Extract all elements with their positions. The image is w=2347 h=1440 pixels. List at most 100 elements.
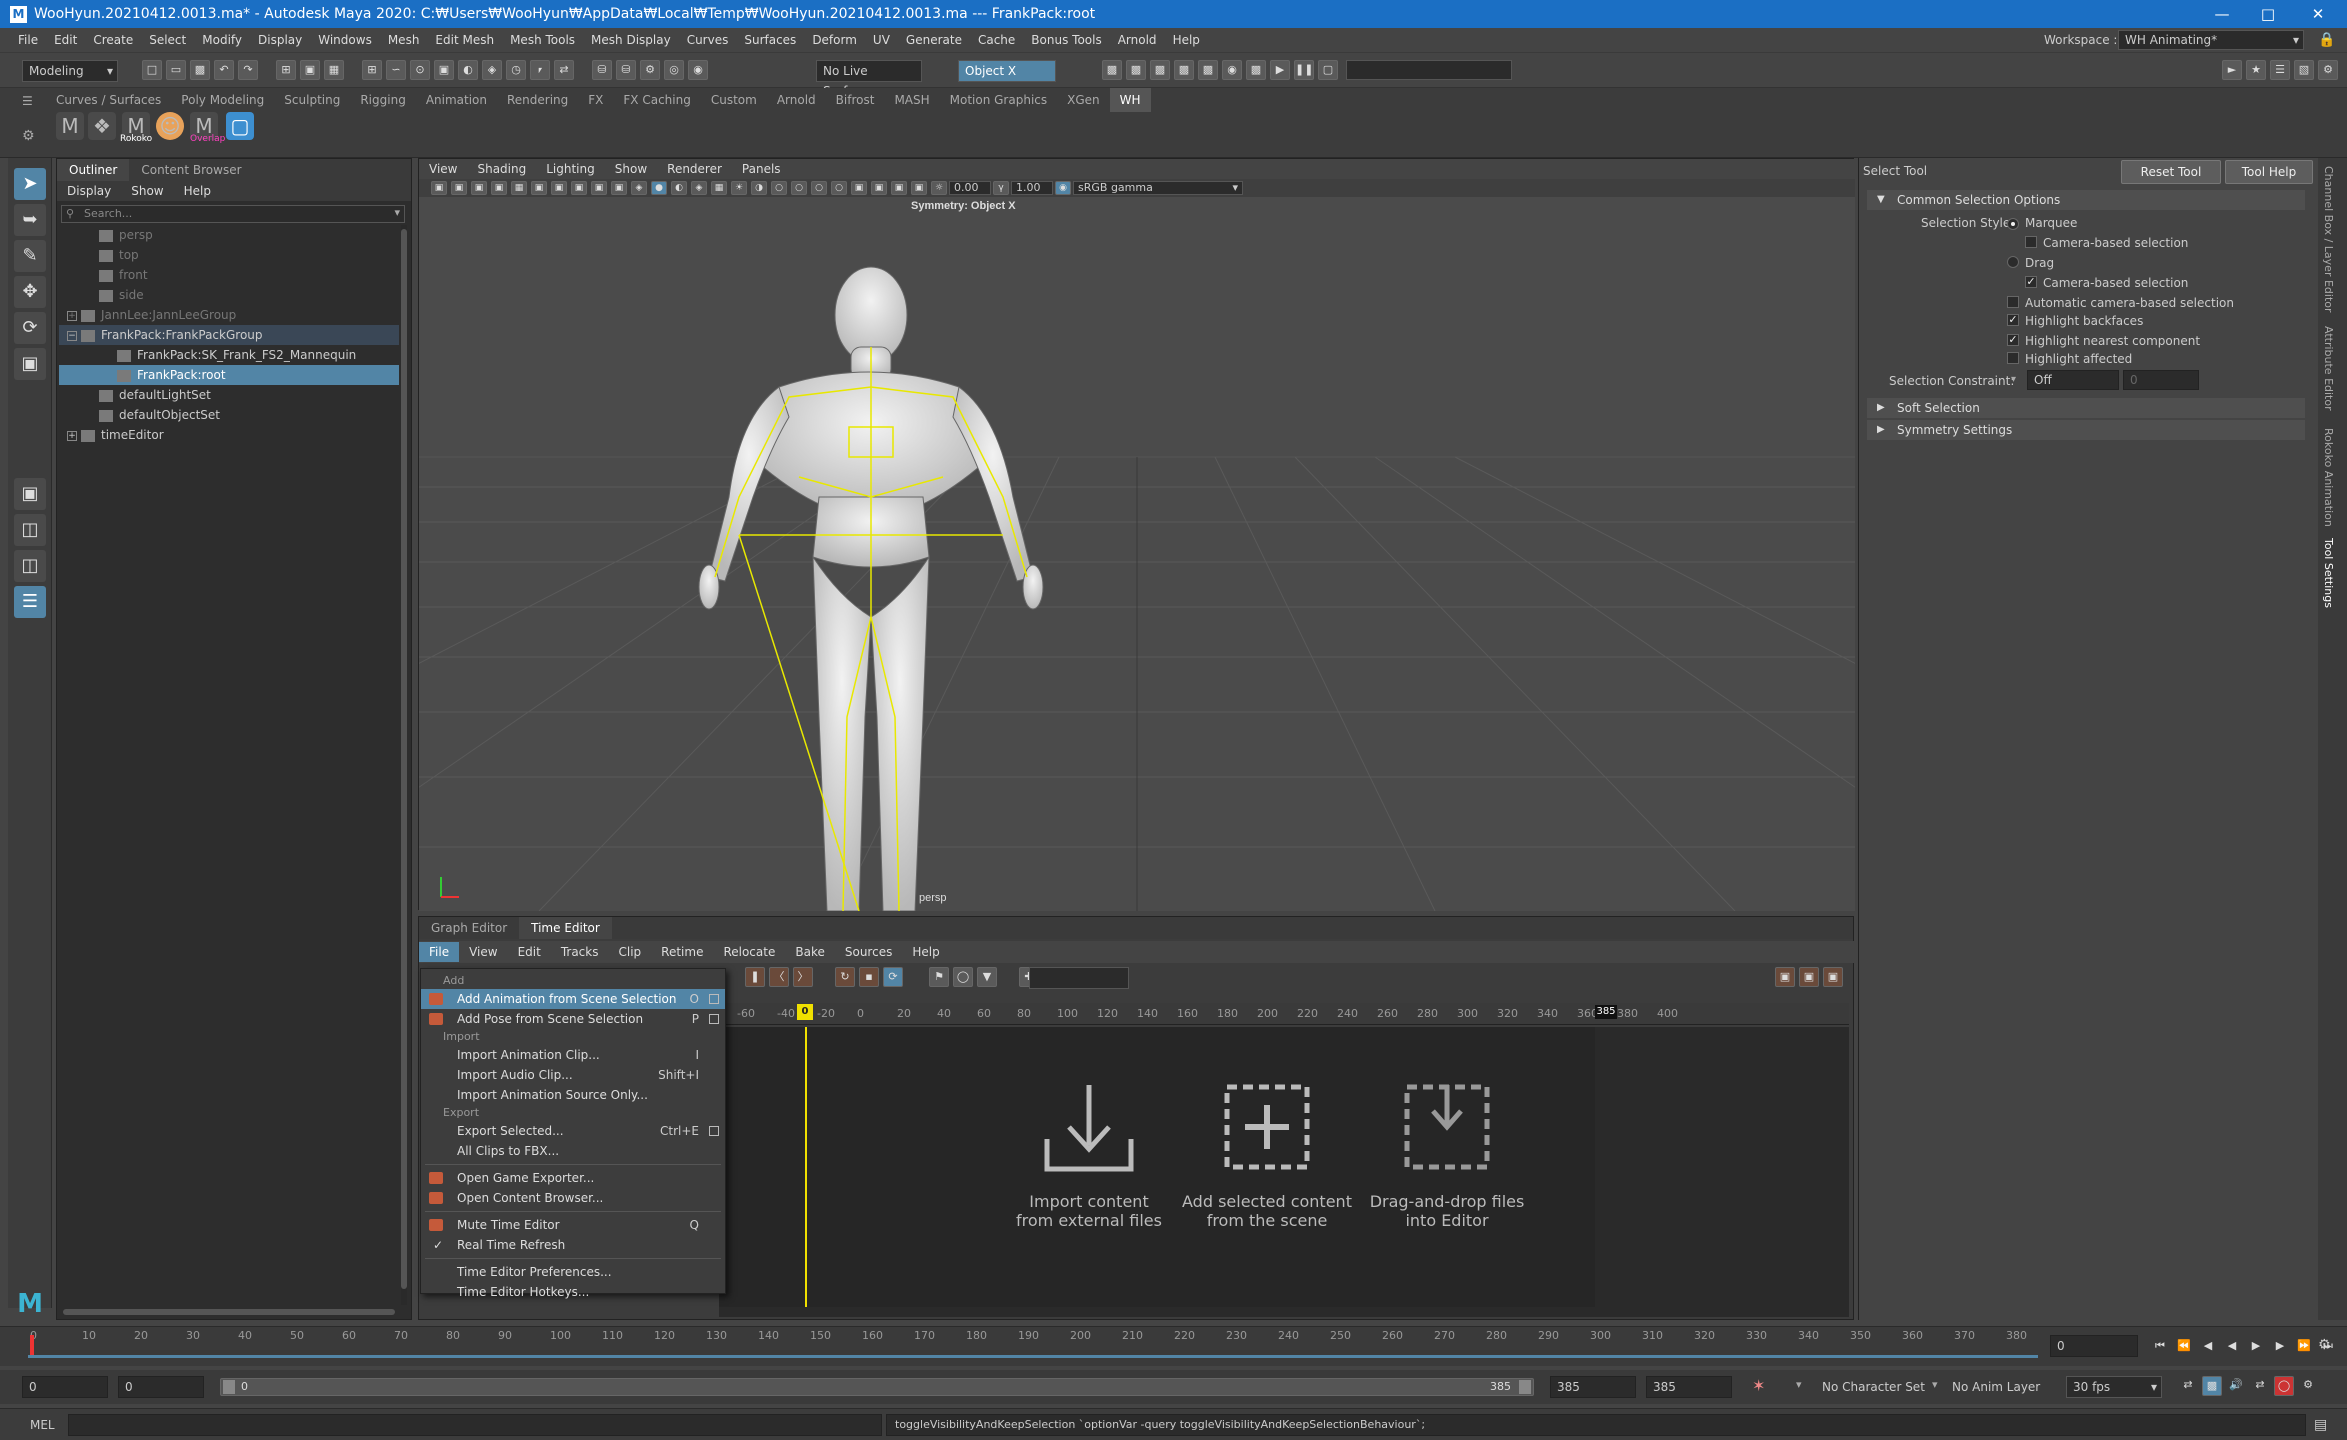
end-frame-marker[interactable]: 385 <box>1595 1005 1617 1019</box>
shelf-tab-rendering[interactable]: Rendering <box>497 88 578 112</box>
step-back-frame-icon[interactable]: ◀ <box>2198 1337 2218 1357</box>
ipr-icon[interactable]: ▶ <box>1270 60 1290 80</box>
render-sequence-icon[interactable]: ▩ <box>1126 60 1146 80</box>
reset-tool-button[interactable]: Reset Tool <box>2121 160 2221 184</box>
end-time-field[interactable]: 385 <box>1646 1376 1732 1398</box>
tool-help-button[interactable]: Tool Help <box>2225 160 2313 184</box>
outliner-menu-show[interactable]: Show <box>121 181 173 201</box>
render-view-2-icon[interactable]: ▩ <box>1246 60 1266 80</box>
viewport-menu-lighting[interactable]: Lighting <box>536 159 605 179</box>
shelf-tab-fx-caching[interactable]: FX Caching <box>613 88 700 112</box>
lasso-tool-icon[interactable]: ➥ <box>14 204 46 236</box>
outliner-hscrollbar[interactable] <box>63 1309 395 1315</box>
menu-display[interactable]: Display <box>250 28 310 53</box>
outliner-row-front[interactable]: front <box>59 265 399 285</box>
menu-arnold[interactable]: Arnold <box>1110 28 1165 53</box>
menu-item-import-animation-clip[interactable]: Import Animation Clip... I <box>421 1045 725 1065</box>
current-frame-field[interactable]: 0 <box>2050 1335 2138 1357</box>
command-search-field[interactable] <box>1346 60 1512 80</box>
render-frame-icon[interactable]: ▩ <box>1102 60 1122 80</box>
render-settings-icon[interactable]: ⚙ <box>640 60 660 80</box>
option-box-icon[interactable] <box>709 994 719 1004</box>
shelf-tab-custom[interactable]: Custom <box>701 88 767 112</box>
safe-action-icon[interactable]: ▣ <box>611 181 627 195</box>
viewport-menu-panels[interactable]: Panels <box>732 159 791 179</box>
time-editor-menu-tracks[interactable]: Tracks <box>551 942 609 962</box>
range-end-handle[interactable] <box>1519 1380 1531 1394</box>
select-object-icon[interactable]: ▣ <box>300 60 320 80</box>
shelf-tab-animation[interactable]: Animation <box>416 88 497 112</box>
highlight-nearest-checkbox[interactable]: ✓ <box>2007 334 2019 346</box>
range-bar[interactable]: 0 385 <box>220 1378 1534 1396</box>
redo-icon[interactable]: ↷ <box>238 60 258 80</box>
depth-of-field-icon[interactable]: ○ <box>831 181 847 195</box>
field-chart-icon[interactable]: ▣ <box>591 181 607 195</box>
smooth-shade-icon[interactable]: ● <box>651 181 667 195</box>
bookmark-icon[interactable]: ▣ <box>471 181 487 195</box>
loop-icon[interactable]: ↻ <box>835 967 855 987</box>
outliner-layout-icon[interactable]: ☰ <box>14 586 46 618</box>
menu-item-open-game-exporter[interactable]: Open Game Exporter... <box>421 1168 725 1188</box>
exposure-field[interactable]: 0.00 <box>949 181 991 195</box>
lights-icon[interactable]: ☀ <box>731 181 747 195</box>
shelf-tab-sculpting[interactable]: Sculpting <box>274 88 350 112</box>
tab-attribute-editor[interactable]: Attribute Editor <box>2322 326 2335 411</box>
tool-settings-icon[interactable]: ▧ <box>2294 60 2314 80</box>
outliner-menu-display[interactable]: Display <box>57 181 121 201</box>
go-to-start-icon[interactable]: ⏮ <box>2150 1337 2170 1357</box>
outliner-search[interactable]: ⚲ Search... ▾ <box>61 205 405 223</box>
menu-select[interactable]: Select <box>141 28 194 53</box>
tab-time-editor[interactable]: Time Editor <box>519 917 612 939</box>
expand-icon[interactable]: + <box>67 310 77 321</box>
tab-rokoko-animation[interactable]: Rokoko Animation <box>2322 428 2335 527</box>
script-icon[interactable]: ❖ <box>88 112 116 140</box>
modeling-toolkit-icon[interactable]: ► <box>2222 60 2242 80</box>
menu-item-time-editor-hotkeys[interactable]: Time Editor Hotkeys... <box>421 1282 725 1302</box>
constraint-number[interactable]: 0 <box>2123 370 2199 390</box>
snap-live-icon[interactable]: ◈ <box>482 60 502 80</box>
wireframe-icon[interactable]: ◈ <box>631 181 647 195</box>
camera-based-checkbox-2[interactable]: ✓ <box>2025 276 2037 288</box>
highlight-affected-checkbox[interactable] <box>2007 352 2019 364</box>
frame-common-selection[interactable]: ▼ Common Selection Options <box>1867 190 2305 210</box>
viewport-canvas[interactable]: Symmetry: Object X persp <box>419 197 1855 911</box>
menu-mesh[interactable]: Mesh <box>380 28 428 53</box>
highlight-backfaces-checkbox[interactable]: ✓ <box>2007 314 2019 326</box>
color-management-icon[interactable]: ◉ <box>1055 181 1071 195</box>
time-editor-ruler[interactable]: -60 -40 -20 0 20 40 60 80 100 120 140 160 180 200 220 2… <box>719 1003 1849 1025</box>
shelf-tab-motion-graphics[interactable]: Motion Graphics <box>940 88 1058 112</box>
menu-item-add-pose-from-scene-selection[interactable]: Add Pose from Scene Selection P <box>421 1009 725 1029</box>
motion-blur-icon[interactable]: ○ <box>791 181 807 195</box>
snap-curve-icon[interactable]: ∽ <box>386 60 406 80</box>
outliner-scrollbar[interactable] <box>401 225 407 1305</box>
tab-graph-editor[interactable]: Graph Editor <box>419 917 519 939</box>
key-icon[interactable]: ◯ <box>953 967 973 987</box>
symmetry-dropdown[interactable]: Object X <box>958 60 1056 82</box>
snapshot-icon[interactable]: ▩ <box>1174 60 1194 80</box>
live-surface-field[interactable]: No Live Surface <box>816 60 922 98</box>
close-button[interactable]: ✕ <box>2295 0 2341 28</box>
menu-windows[interactable]: Windows <box>310 28 380 53</box>
shelf-tab-wh[interactable]: WH <box>1109 88 1151 112</box>
menu-cache[interactable]: Cache <box>970 28 1023 53</box>
menu-create[interactable]: Create <box>85 28 141 53</box>
resolution-gate-icon[interactable]: ▣ <box>551 181 567 195</box>
anim-layer-dropdown[interactable]: No Anim Layer <box>1952 1380 2040 1394</box>
xray-joints-icon[interactable]: ▣ <box>891 181 907 195</box>
outliner-row-defaultlightset[interactable]: defaultLightSet <box>59 385 399 405</box>
grid-icon[interactable]: ▦ <box>511 181 527 195</box>
xray-icon[interactable]: ▣ <box>871 181 887 195</box>
viewport-menu-shading[interactable]: Shading <box>467 159 536 179</box>
hypershade-icon[interactable]: ◎ <box>664 60 684 80</box>
current-frame-marker[interactable]: 0 <box>797 1004 813 1020</box>
loop-playback-icon[interactable]: ⇄ <box>2178 1376 2198 1396</box>
film-gate-icon[interactable]: ▣ <box>531 181 547 195</box>
maya-m-icon[interactable]: M <box>56 112 84 140</box>
character-set-icon[interactable]: ✶ <box>1752 1376 1765 1395</box>
render-view-icon[interactable]: ◉ <box>688 60 708 80</box>
outliner-row-frankpack-root[interactable]: FrankPack:root <box>59 365 399 385</box>
ipr-render-icon[interactable]: ⛁ <box>616 60 636 80</box>
cube-icon[interactable]: ▢ <box>226 112 254 140</box>
trim-start-icon[interactable]: 〈 <box>769 967 789 987</box>
workspace-dropdown[interactable]: WH Animating* ▾ <box>2118 30 2304 50</box>
